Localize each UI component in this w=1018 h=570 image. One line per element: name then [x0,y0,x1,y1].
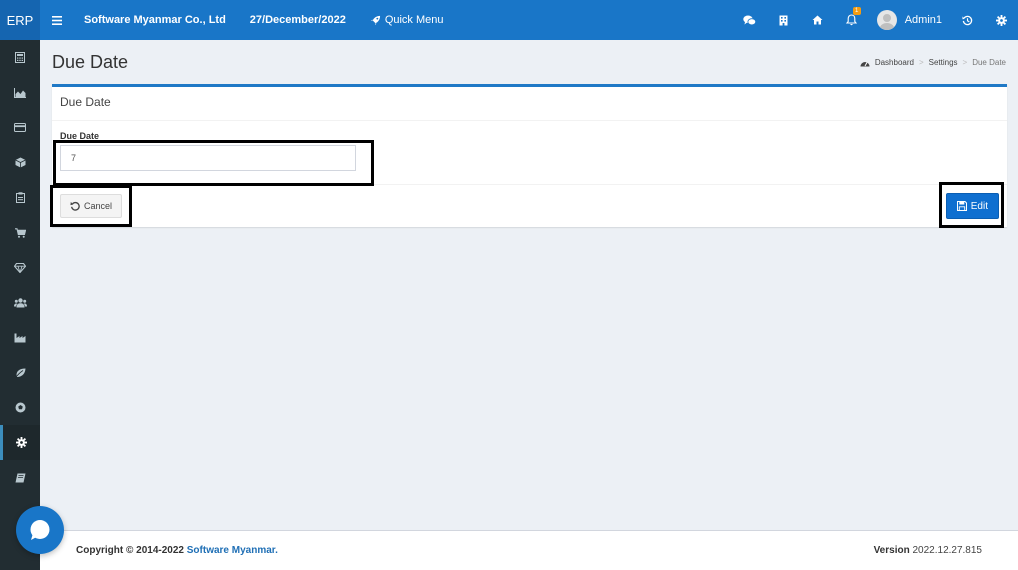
sidebar-item-area-chart[interactable] [0,75,40,110]
box-title: Due Date [52,87,1007,121]
gear-icon [995,14,1007,26]
building-button[interactable] [767,0,801,40]
breadcrumb-separator: > [962,58,968,67]
brand-logo[interactable]: ERP [0,0,40,40]
leaf-icon [14,368,25,378]
history-button[interactable] [950,0,984,40]
avatar [876,10,897,30]
company-name: Software Myanmar Co., Ltd [84,14,226,26]
company-link[interactable]: Software Myanmar. [187,545,278,556]
chat-button[interactable] [733,0,767,40]
breadcrumb-settings[interactable]: Settings [929,58,958,67]
notifications-button[interactable]: 1 [835,0,869,40]
soccer-ball-icon [15,402,25,413]
sidebar-item-users[interactable] [0,285,40,320]
bell-icon [846,14,858,26]
current-date: 27/December/2022 [249,14,346,26]
breadcrumb-current: Due Date [972,58,1006,67]
dashboard-icon [860,61,870,66]
sidebar [0,40,40,570]
top-right-menu: 1 Admin1 [733,0,1018,40]
calculator-icon [15,52,25,63]
copyright-label: Copyright © 2014-2022 [76,545,187,556]
cart-icon [14,227,26,238]
clipboard-icon [15,192,25,203]
sidebar-item-industry[interactable] [0,320,40,355]
chat-bubble-icon [30,520,50,540]
edit-label: Edit [970,200,988,212]
floppy-disk-icon [956,201,967,211]
settings-button[interactable] [984,0,1018,40]
live-chat-button[interactable] [16,506,64,554]
sidebar-item-diamond[interactable] [0,250,40,285]
version-text: Version 2022.12.27.815 [874,545,982,556]
top-navbar: ERP Software Myanmar Co., Ltd 27/Decembe… [0,0,1018,40]
breadcrumb-dashboard[interactable]: Dashboard [875,58,914,67]
building-icon [779,15,788,25]
user-menu[interactable]: Admin1 [876,10,942,30]
user-name: Admin1 [904,14,942,26]
notification-badge: 1 [852,7,861,15]
home-button[interactable] [801,0,835,40]
quick-menu-label: Quick Menu [384,14,444,26]
sidebar-item-calculator[interactable] [0,40,40,75]
cube-icon [14,157,26,168]
sidebar-item-cube[interactable] [0,145,40,180]
breadcrumb: Dashboard > Settings > Due Date [860,58,1006,67]
box-footer: Cancel Edit [52,185,1007,227]
users-icon [13,297,27,307]
due-date-label: Due Date [60,131,100,141]
page-footer: Copyright © 2014-2022 Software Myanmar. … [40,530,1018,570]
cancel-label: Cancel [84,201,113,211]
sidebar-item-settings[interactable] [0,425,40,460]
breadcrumb-separator: > [918,58,924,67]
sidebar-item-credit-card[interactable] [0,110,40,145]
area-chart-icon [14,87,26,98]
sidebar-item-clipboard[interactable] [0,180,40,215]
diamond-icon [14,262,26,273]
due-date-form: Due Date [52,121,1007,185]
credit-card-icon [14,123,26,132]
sidebar-item-leaf[interactable] [0,355,40,390]
sidebar-item-soccer[interactable] [0,390,40,425]
gear-icon [16,437,27,448]
sidebar-toggle-button[interactable] [40,0,74,40]
industry-icon [14,333,26,342]
cancel-button[interactable]: Cancel [60,194,123,218]
hamburger-icon [52,15,62,25]
sidebar-item-book[interactable] [0,460,40,495]
quick-menu-link[interactable]: Quick Menu [370,14,444,26]
version-value: 2022.12.27.815 [909,545,982,556]
content-header: Due Date Dashboard > Settings > Due Date [52,50,1008,76]
history-icon [961,15,972,25]
edit-button[interactable]: Edit [945,193,999,219]
undo-icon [70,201,80,211]
page-title: Due Date [52,52,129,72]
home-icon [812,15,823,25]
due-date-box: Due Date Due Date Cancel Edit [52,84,1007,227]
rocket-icon [370,15,380,25]
due-date-input[interactable] [60,145,356,171]
copyright-text: Copyright © 2014-2022 Software Myanmar. [76,545,278,556]
book-icon [15,473,25,482]
wechat-icon [743,15,757,25]
sidebar-item-cart[interactable] [0,215,40,250]
version-label: Version [873,545,910,556]
